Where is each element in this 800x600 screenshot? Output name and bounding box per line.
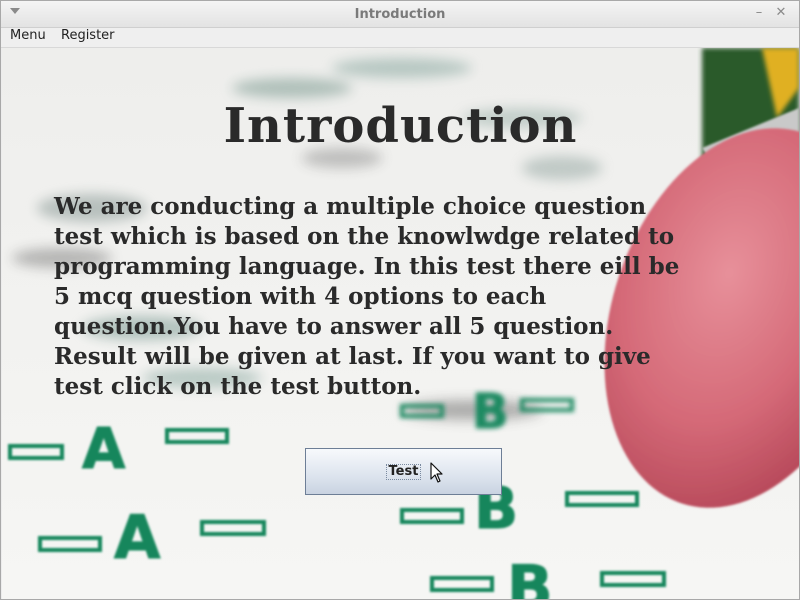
test-button-label: Test (385, 464, 422, 480)
window-title: Introduction (354, 7, 446, 22)
minimize-icon[interactable]: – (751, 5, 767, 21)
title-bar[interactable]: Introduction – ✕ (1, 1, 799, 28)
menu-bar: Menu Register (1, 28, 799, 48)
svg-text:A: A (82, 417, 126, 482)
content-panel: B A B A B Introduction We are conducting… (2, 48, 799, 599)
svg-text:A: A (114, 503, 161, 573)
menu-item-register[interactable]: Register (61, 28, 115, 47)
test-button[interactable]: Test (305, 448, 502, 495)
application-window: Introduction – ✕ Menu Register B A B A B… (0, 0, 800, 600)
menu-item-menu[interactable]: Menu (10, 28, 46, 47)
svg-text:B: B (507, 553, 553, 599)
introduction-text: We are conducting a multiple choice ques… (54, 193, 680, 400)
close-icon[interactable]: ✕ (773, 5, 789, 21)
page-title: Introduction (223, 98, 578, 154)
mouse-pointer-icon (430, 462, 443, 483)
